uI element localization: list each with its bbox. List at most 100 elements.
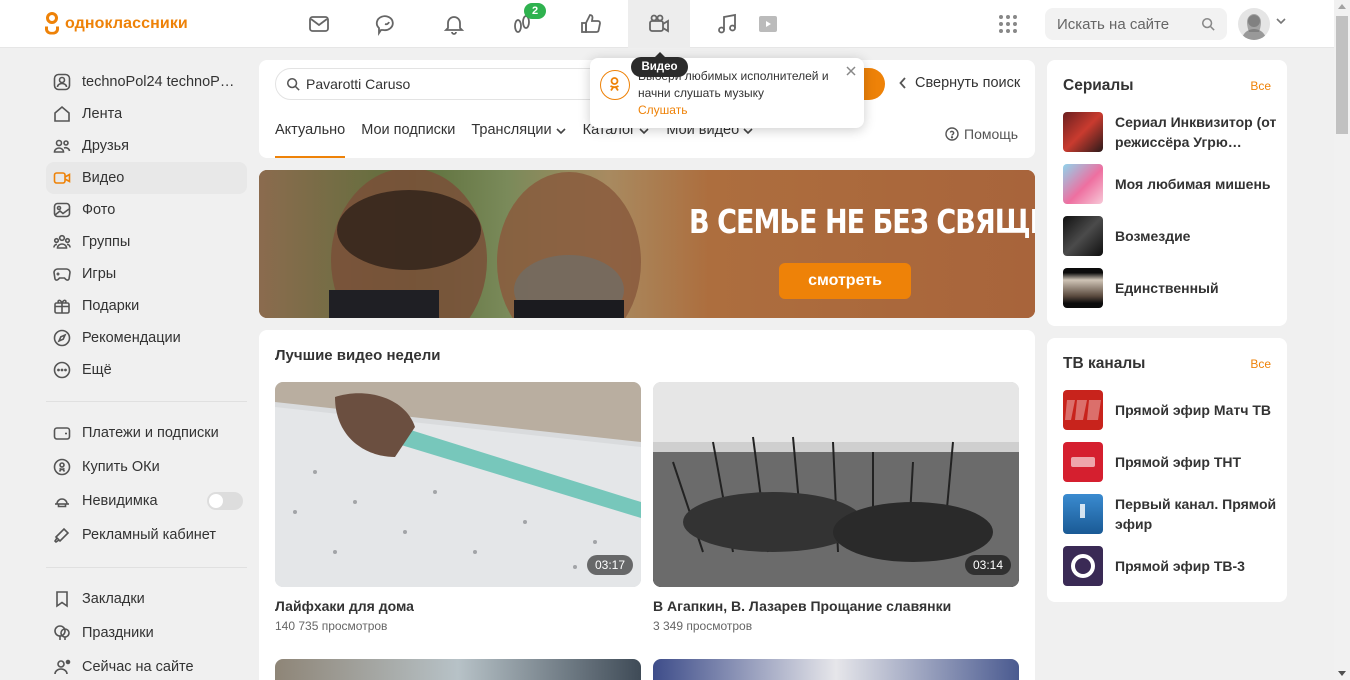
sidebar-item-photo[interactable]: Фото [46,194,247,226]
tv-channel-item[interactable]: Первый канал. Прямой эфир [1063,494,1283,534]
home-icon [52,104,72,124]
sidebar-item-label: Рекламный кабинет [82,527,217,543]
sidebar-item-buy-ok[interactable]: Купить ОКи [46,450,247,484]
tab-broadcasts[interactable]: Трансляции [471,122,566,158]
search-icon [286,77,300,91]
series-panel: Сериалы Все Сериал Инквизитор (от режисс… [1047,60,1287,326]
discussions-button[interactable] [356,0,418,48]
sidebar-item-holidays[interactable]: Праздники [46,616,247,650]
sidebar-item-label: Видео [82,170,125,186]
series-item[interactable]: Единственный [1063,268,1283,308]
series-label: Сериал Инквизитор (от режиссёра Угрю… [1115,114,1277,150]
sidebar-item-gifts[interactable]: Подарки [46,290,247,322]
tv-channel-label: Первый канал. Прямой эфир [1115,496,1277,532]
video-duration: 03:17 [586,555,633,575]
site-search-input[interactable] [1045,8,1185,40]
video-search-field[interactable] [275,68,635,100]
sidebar-item-games[interactable]: Игры [46,258,247,290]
sidebar-item-video[interactable]: Видео [46,162,247,194]
tnt-logo [1063,442,1103,482]
promo-banner[interactable]: В СЕМЬЕ НЕ БЕЗ СВЯЩЕННИКА смотреть [259,170,1035,318]
video-thumbnail[interactable] [653,659,1019,680]
collapse-search-link[interactable]: Свернуть поиск [899,75,1020,91]
ok-coin-icon [52,457,72,477]
scrollbar-thumb[interactable] [1336,16,1348,134]
tv-all-link[interactable]: Все [1250,357,1271,371]
sidebar-item-friends[interactable]: Друзья [46,130,247,162]
scroll-down-arrow-icon[interactable] [1338,671,1346,676]
banner-title: В СЕМЬЕ НЕ БЕЗ СВЯЩЕННИКА [689,202,1035,241]
video-search-input[interactable] [306,69,606,99]
ok-logo-icon [44,11,60,37]
help-link[interactable]: Помощь [945,126,1018,142]
sidebar-item-payments[interactable]: Платежи и подписки [46,416,247,450]
series-item[interactable]: Сериал Инквизитор (от режиссёра Угрю… [1063,112,1283,152]
games-icon [52,264,72,284]
sidebar-item-label: Друзья [82,138,130,154]
sidebar-item-groups[interactable]: Группы [46,226,247,258]
tab-actual[interactable]: Актуально [275,122,346,158]
video-title[interactable]: Лайфхаки для дома [275,598,641,614]
video-thumbnail[interactable]: 03:14 [653,382,1019,587]
video-thumbnail[interactable]: 03:17 [275,382,641,587]
tv-channel-item[interactable]: Прямой эфир Матч ТВ [1063,390,1283,430]
sidebar-divider [46,401,247,402]
video-thumbnail[interactable] [275,659,641,680]
like-icon [581,14,601,33]
chat-icon [375,15,394,36]
notifications-button[interactable] [423,0,485,48]
video-title[interactable]: В Агапкин, В. Лазарев Прощание славянки [653,598,1019,614]
sidebar-item-feed[interactable]: Лента [46,98,247,130]
video-card[interactable]: 03:14 В Агапкин, В. Лазарев Прощание сла… [653,382,1019,633]
page-scrollbar[interactable] [1334,0,1350,680]
video-nav-button[interactable] [628,0,690,48]
banner-watch-button[interactable]: смотреть [779,263,911,299]
tv-channel-item[interactable]: Прямой эфир ТНТ [1063,442,1283,482]
logo-text: одноклассники [65,15,188,32]
tab-label: Трансляции [471,122,552,138]
series-item[interactable]: Возмездие [1063,216,1283,256]
tv-channel-label: Прямой эфир Матч ТВ [1115,402,1272,418]
sidebar-item-profile[interactable]: technoPol24 technoPol24 [46,66,247,98]
chevron-down-icon [556,128,566,135]
series-item[interactable]: Моя любимая мишень [1063,164,1283,204]
left-sidebar: technoPol24 technoPol24 Лента Друзья Вид… [46,66,247,680]
sidebar-item-more[interactable]: Ещё [46,354,247,386]
tv-channel-label: Прямой эфир ТНТ [1115,454,1242,470]
invisible-toggle[interactable] [207,492,243,510]
sidebar-item-ads-cabinet[interactable]: Рекламный кабинет [46,518,247,552]
series-thumbnail [1063,216,1103,256]
payments-icon [52,423,72,443]
guests-button[interactable]: 2 [491,0,553,48]
series-all-link[interactable]: Все [1250,79,1271,93]
balloon-icon [52,623,72,643]
video-card[interactable]: 03:17 Лайфхаки для дома 140 735 просмотр… [275,382,641,633]
tab-my-subscriptions[interactable]: Мои подписки [361,122,455,158]
chevron-down-icon[interactable] [1276,17,1286,25]
events-button[interactable] [560,0,622,48]
user-avatar[interactable] [1238,8,1270,40]
tv-channel-item[interactable]: Прямой эфир ТВ-3 [1063,546,1283,586]
series-label: Единственный [1115,280,1219,296]
bell-icon [443,16,465,35]
online-icon [52,657,72,677]
sidebar-item-bookmarks[interactable]: Закладки [46,582,247,616]
messages-button[interactable] [288,0,350,48]
sidebar-item-online-now[interactable]: Сейчас на сайте [46,650,247,680]
apps-grid-icon[interactable] [997,13,1019,35]
series-label: Моя любимая мишень [1115,176,1271,192]
ok-logo[interactable]: одноклассники [44,11,188,37]
series-title: Сериалы [1063,77,1134,94]
sidebar-item-invisible[interactable]: Невидимка [46,484,247,518]
series-thumbnail [1063,268,1103,308]
tv-channels-title: ТВ каналы [1063,355,1146,372]
sidebar-divider [46,567,247,568]
site-search[interactable] [1045,8,1227,40]
scroll-up-arrow-icon[interactable] [1338,4,1346,9]
sidebar-item-recommendations[interactable]: Рекомендации [46,322,247,354]
match-tv-logo [1063,390,1103,430]
media-nav-button[interactable] [737,0,799,48]
close-icon[interactable] [844,64,858,78]
sidebar-item-label: Закладки [82,591,145,607]
popup-listen-link[interactable]: Слушать [638,103,687,117]
